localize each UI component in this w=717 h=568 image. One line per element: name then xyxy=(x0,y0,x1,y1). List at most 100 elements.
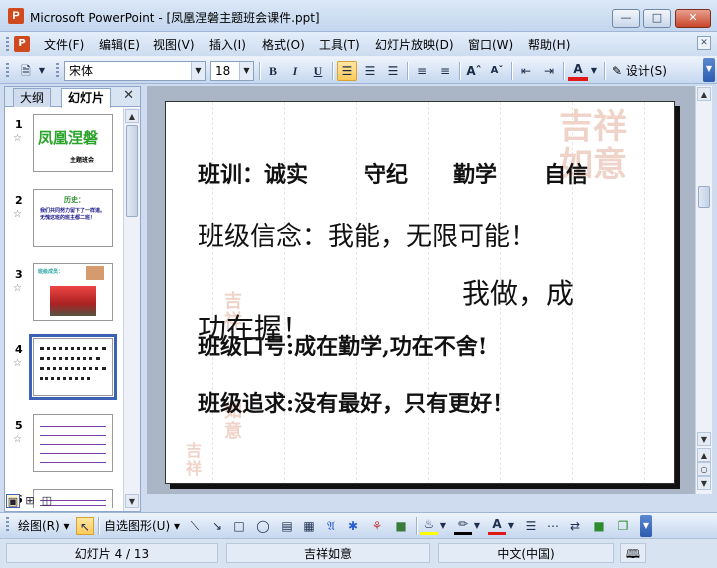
line-color-icon[interactable]: ✏ xyxy=(454,517,472,535)
menu-grip[interactable] xyxy=(6,37,9,51)
oval-icon[interactable]: ◯ xyxy=(254,517,272,535)
3d-style-icon[interactable]: ❐ xyxy=(614,517,632,535)
menu-help[interactable]: 帮助(H) xyxy=(528,36,570,53)
slide-thumbnail-3[interactable]: 班级成员： xyxy=(33,263,113,321)
toolbar-options-icon[interactable]: ▼ xyxy=(640,515,652,537)
chevron-down-icon[interactable]: ▼ xyxy=(191,62,205,80)
toolbar-grip[interactable] xyxy=(6,63,9,79)
textbox-icon[interactable]: ▤ xyxy=(278,517,296,535)
draw-menu-button[interactable]: 绘图(R) ▾ xyxy=(18,518,70,534)
italic-button[interactable]: I xyxy=(285,61,305,81)
scroll-thumb[interactable] xyxy=(698,186,710,208)
autoshapes-menu-button[interactable]: 自选图形(U) ▾ xyxy=(104,518,180,534)
chevron-down-icon[interactable]: ▼ xyxy=(589,61,599,81)
tab-outline[interactable]: 大纲 xyxy=(13,88,52,107)
motto-line[interactable]: 班训：诚实 守纪 勤学 自信 xyxy=(198,157,588,189)
font-color-icon[interactable]: A xyxy=(488,517,506,535)
font-color-button[interactable]: A xyxy=(568,61,588,81)
slide-thumbnail-1[interactable]: 凤凰涅磐 主题班会 xyxy=(33,114,113,172)
maximize-button[interactable]: □ xyxy=(643,9,671,28)
scroll-up-icon[interactable]: ▲ xyxy=(697,87,711,101)
slide-editing-area: 吉祥 如意 吉祥 如意 吉祥 班训：诚实 守纪 勤学 自信 班级信念：我能，无限可… xyxy=(147,86,695,494)
arrow-style-icon[interactable]: ⇄ xyxy=(566,517,584,535)
select-pointer-icon[interactable]: ↖ xyxy=(76,517,94,535)
pursuit-line[interactable]: 班级追求:没有最好，只有更好！ xyxy=(198,386,514,418)
menu-file[interactable]: 文件(F) xyxy=(44,36,84,53)
document-icon[interactable]: P xyxy=(14,36,30,52)
menu-tools[interactable]: 工具(T) xyxy=(319,36,360,53)
slide-thumbnail-5[interactable] xyxy=(33,414,113,472)
spelling-check-icon[interactable]: 🕮 xyxy=(620,543,646,563)
menu-insert[interactable]: 插入(I) xyxy=(209,36,246,53)
shadow-style-icon[interactable]: ■ xyxy=(590,517,608,535)
design-button[interactable]: ✎ 设计(S) xyxy=(612,61,667,81)
slide-scrollbar[interactable]: ▲ ▼ ▲ ○ ▼ xyxy=(695,86,712,494)
arrow-icon[interactable]: ↘ xyxy=(208,517,226,535)
previous-slide-icon[interactable]: ▲ xyxy=(697,448,711,462)
scroll-down-icon[interactable]: ▼ xyxy=(125,494,139,508)
chevron-down-icon[interactable]: ▼ xyxy=(239,62,253,80)
close-button[interactable]: ✕ xyxy=(675,9,711,28)
new-document-icon[interactable]: 🗎 xyxy=(16,61,36,81)
picture-icon[interactable]: ■ xyxy=(392,517,410,535)
close-pane-icon[interactable]: ✕ xyxy=(123,88,134,103)
align-left-button[interactable]: ☰ xyxy=(337,61,357,81)
slideshow-view-icon[interactable]: ◫ xyxy=(40,494,54,508)
numbering-button[interactable]: ≡ xyxy=(412,61,432,81)
chevron-down-icon[interactable]: ▼ xyxy=(506,517,516,535)
underline-button[interactable]: U xyxy=(308,61,328,81)
decrease-indent-button[interactable]: ⇤ xyxy=(516,61,536,81)
thumb-line xyxy=(40,367,106,370)
select-browse-object-icon[interactable]: ○ xyxy=(697,462,711,476)
next-slide-icon[interactable]: ▼ xyxy=(697,476,711,490)
belief-continuation[interactable]: 我做，成 xyxy=(462,272,574,312)
slide-thumbnail-4[interactable] xyxy=(29,334,117,400)
increase-indent-button[interactable]: ⇥ xyxy=(539,61,559,81)
menu-edit[interactable]: 编辑(E) xyxy=(99,36,140,53)
chevron-down-icon[interactable]: ▼ xyxy=(472,517,482,535)
slide-sorter-view-icon[interactable]: ⊞ xyxy=(23,494,37,508)
minimize-button[interactable]: — xyxy=(612,9,640,28)
belief-line[interactable]: 班级信念：我能，无限可能！ xyxy=(198,216,536,253)
slide-thumbnail-2[interactable]: 历史： 我们共同努力留下了一样道。无愧这班的班主都二班！ xyxy=(33,189,113,247)
rectangle-icon[interactable]: □ xyxy=(230,517,248,535)
chevron-down-icon[interactable]: ▼ xyxy=(438,517,448,535)
font-size-combo[interactable]: 18 ▼ xyxy=(210,61,254,81)
menu-slideshow[interactable]: 幻灯片放映(D) xyxy=(375,36,454,53)
align-right-button[interactable]: ☰ xyxy=(383,61,403,81)
toolbar-grip[interactable] xyxy=(6,517,9,533)
slide-canvas[interactable]: 吉祥 如意 吉祥 如意 吉祥 班训：诚实 守纪 勤学 自信 班级信念：我能，无限可… xyxy=(165,101,675,484)
vertical-textbox-icon[interactable]: ▦ xyxy=(300,517,318,535)
increase-font-button[interactable]: Aˆ xyxy=(464,61,484,81)
menu-view[interactable]: 视图(V) xyxy=(153,36,195,53)
scroll-up-icon[interactable]: ▲ xyxy=(125,109,139,123)
design-template-status[interactable]: 吉祥如意 xyxy=(226,543,430,563)
close-document-icon[interactable]: ✕ xyxy=(697,36,711,50)
thumbnails-scrollbar[interactable]: ▲ ▼ xyxy=(123,108,140,511)
line-style-icon[interactable]: ☰ xyxy=(522,517,540,535)
align-center-button[interactable]: ☰ xyxy=(360,61,380,81)
decrease-font-button[interactable]: Aˇ xyxy=(487,61,507,81)
thumb-photo xyxy=(86,266,104,280)
menu-format[interactable]: 格式(O) xyxy=(262,36,305,53)
toolbar-grip-2[interactable] xyxy=(56,63,59,79)
wordart-icon[interactable]: 𝔄 xyxy=(322,517,340,535)
normal-view-icon[interactable]: ▣ xyxy=(6,494,20,508)
toolbar-options-icon[interactable]: ▼ xyxy=(703,58,715,82)
menu-window[interactable]: 窗口(W) xyxy=(468,36,513,53)
diagram-icon[interactable]: ✱ xyxy=(344,517,362,535)
powerpoint-app-icon[interactable]: P xyxy=(8,8,24,24)
slides-pane: 大纲 幻灯片 ✕ 1 ☆ 凤凰涅磐 主题班会 2 ☆ 历史： 我们共同努力留下了… xyxy=(4,86,141,512)
line-icon[interactable]: ⟍ xyxy=(186,517,204,535)
scroll-thumb[interactable] xyxy=(126,125,138,217)
bold-button[interactable]: B xyxy=(263,61,283,81)
scroll-down-icon[interactable]: ▼ xyxy=(697,432,711,446)
chevron-down-icon[interactable]: ▼ xyxy=(36,61,48,81)
slogan-line[interactable]: 班级口号:成在勤学,功在不舍! xyxy=(198,329,487,361)
tab-slides[interactable]: 幻灯片 xyxy=(61,88,112,108)
clipart-icon[interactable]: ⚘ xyxy=(368,517,386,535)
fill-color-icon[interactable]: ♨ xyxy=(420,517,438,535)
dash-style-icon[interactable]: ⋯ xyxy=(544,517,562,535)
bullets-button[interactable]: ≡ xyxy=(435,61,455,81)
font-name-combo[interactable]: 宋体 ▼ xyxy=(64,61,206,81)
